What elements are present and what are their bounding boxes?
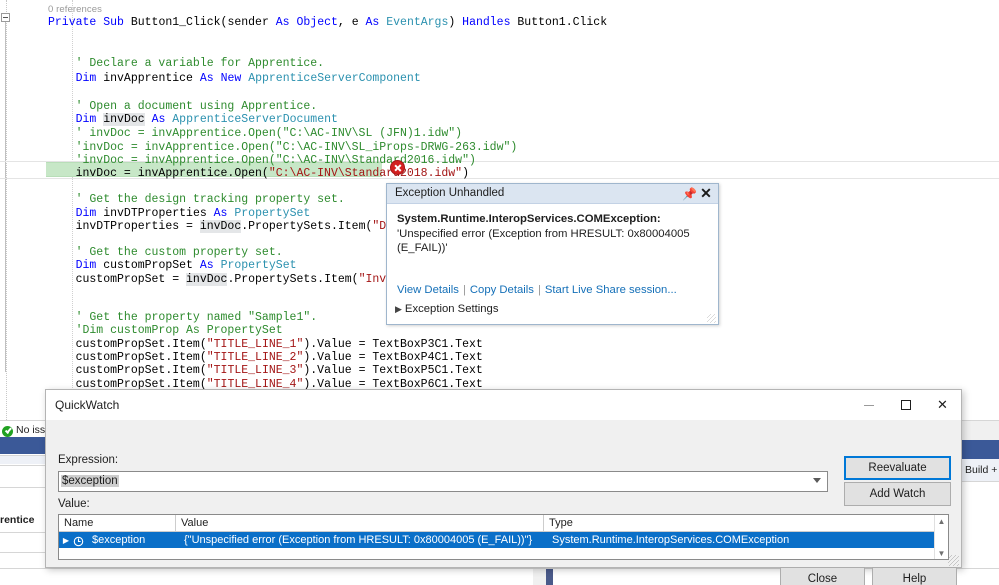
view-details-link[interactable]: View Details: [397, 284, 459, 296]
cell-type: System.Runtime.InteropServices.COMExcept…: [547, 532, 927, 548]
pin-icon[interactable]: 📌: [682, 187, 694, 201]
watch-grid[interactable]: Name Value Type ▶ $exception {"Unspecifi…: [58, 514, 949, 560]
bottom-accent-marker: [546, 569, 553, 585]
screen-root: 0 references Private Sub Button1_Click(s…: [0, 0, 999, 585]
build-label[interactable]: Build +: [965, 464, 997, 476]
quickwatch-titlebar[interactable]: QuickWatch ✕: [46, 390, 961, 420]
quickwatch-body: Expression: $exception Value: Reevaluate…: [46, 420, 961, 567]
exception-settings-toggle[interactable]: ▶Exception Settings: [395, 303, 499, 315]
chevron-down-icon[interactable]: ▼: [935, 549, 948, 558]
exception-detail: 'Unspecified error (Exception from HRESU…: [397, 228, 690, 255]
expand-row-icon[interactable]: ▶: [59, 536, 73, 545]
bg-sep-5: [0, 552, 45, 553]
copy-details-link[interactable]: Copy Details: [470, 284, 534, 296]
help-button[interactable]: Help: [872, 567, 957, 585]
exception-links: View Details|Copy Details|Start Live Sha…: [397, 284, 677, 296]
window-controls: ✕: [850, 390, 961, 420]
close-icon[interactable]: ✕: [699, 185, 713, 201]
collapse-region-stem: [5, 22, 6, 372]
resize-grip-icon[interactable]: [707, 314, 716, 323]
no-issues-icon: [2, 426, 13, 437]
reevaluate-button[interactable]: Reevaluate: [844, 456, 951, 480]
expression-label: Expression:: [58, 454, 118, 466]
add-watch-button[interactable]: Add Watch: [844, 482, 951, 506]
exception-message: System.Runtime.InteropServices.COMExcept…: [387, 204, 718, 256]
table-row[interactable]: ▶ $exception {"Unspecified error (Except…: [59, 532, 948, 548]
bg-sep-2: [0, 465, 45, 466]
selected-row-band-left: [0, 437, 45, 454]
column-header-name[interactable]: Name: [59, 515, 176, 532]
minimize-icon[interactable]: [850, 390, 887, 420]
exception-settings-label: Exception Settings: [405, 303, 499, 315]
bg-sep-6: [962, 481, 999, 482]
close-icon[interactable]: ✕: [924, 390, 961, 420]
watch-grid-header: Name Value Type: [59, 515, 948, 532]
expression-value: $exception: [61, 475, 119, 487]
bottom-left-block: [533, 569, 546, 585]
error-indicator-icon[interactable]: [390, 160, 405, 175]
code-line: ' Declare a variable for Apprentice.: [48, 56, 324, 72]
grid-scrollbar[interactable]: ▲ ▼: [934, 515, 948, 559]
chevron-right-icon: ▶: [395, 304, 402, 315]
column-header-type[interactable]: Type: [544, 515, 934, 532]
bg-tab-strip-left: [0, 456, 45, 464]
chevron-down-icon[interactable]: [813, 478, 821, 483]
exception-popup-title: Exception Unhandled: [395, 187, 504, 199]
code-line: invDoc = invApprentice.Open("C:\AC-INV\S…: [48, 166, 469, 182]
selected-row-band-right: [962, 440, 999, 459]
maximize-icon[interactable]: [887, 390, 924, 420]
collapse-region-toggle[interactable]: [1, 13, 10, 22]
column-header-value[interactable]: Value: [176, 515, 544, 532]
cell-value: {"Unspecified error (Exception from HRES…: [179, 532, 547, 548]
code-line: Private Sub Button1_Click(sender As Obje…: [48, 15, 607, 31]
resize-grip-icon[interactable]: [948, 555, 959, 566]
apprentice-label: rentice: [0, 514, 34, 526]
start-live-share-link[interactable]: Start Live Share session...: [545, 284, 677, 296]
expression-input[interactable]: $exception: [58, 471, 828, 492]
value-label: Value:: [58, 498, 90, 510]
exception-popup-titlebar: Exception Unhandled 📌 ✕: [387, 184, 718, 204]
chevron-up-icon[interactable]: ▲: [935, 517, 948, 526]
bg-sep-3: [0, 487, 45, 488]
exception-type: System.Runtime.InteropServices.COMExcept…: [397, 213, 661, 225]
exception-unhandled-popup[interactable]: Exception Unhandled 📌 ✕ System.Runtime.I…: [386, 183, 719, 325]
quickwatch-dialog[interactable]: QuickWatch ✕ Expression: $exception Valu…: [45, 389, 962, 568]
gutter-divider: [6, 0, 7, 420]
cell-name: $exception: [87, 532, 179, 548]
bg-sep-4: [0, 532, 45, 533]
exception-object-icon: [73, 534, 87, 547]
code-line: Dim invApprentice As New ApprenticeServe…: [48, 71, 421, 87]
close-button[interactable]: Close: [780, 567, 865, 585]
quickwatch-title: QuickWatch: [55, 398, 119, 412]
